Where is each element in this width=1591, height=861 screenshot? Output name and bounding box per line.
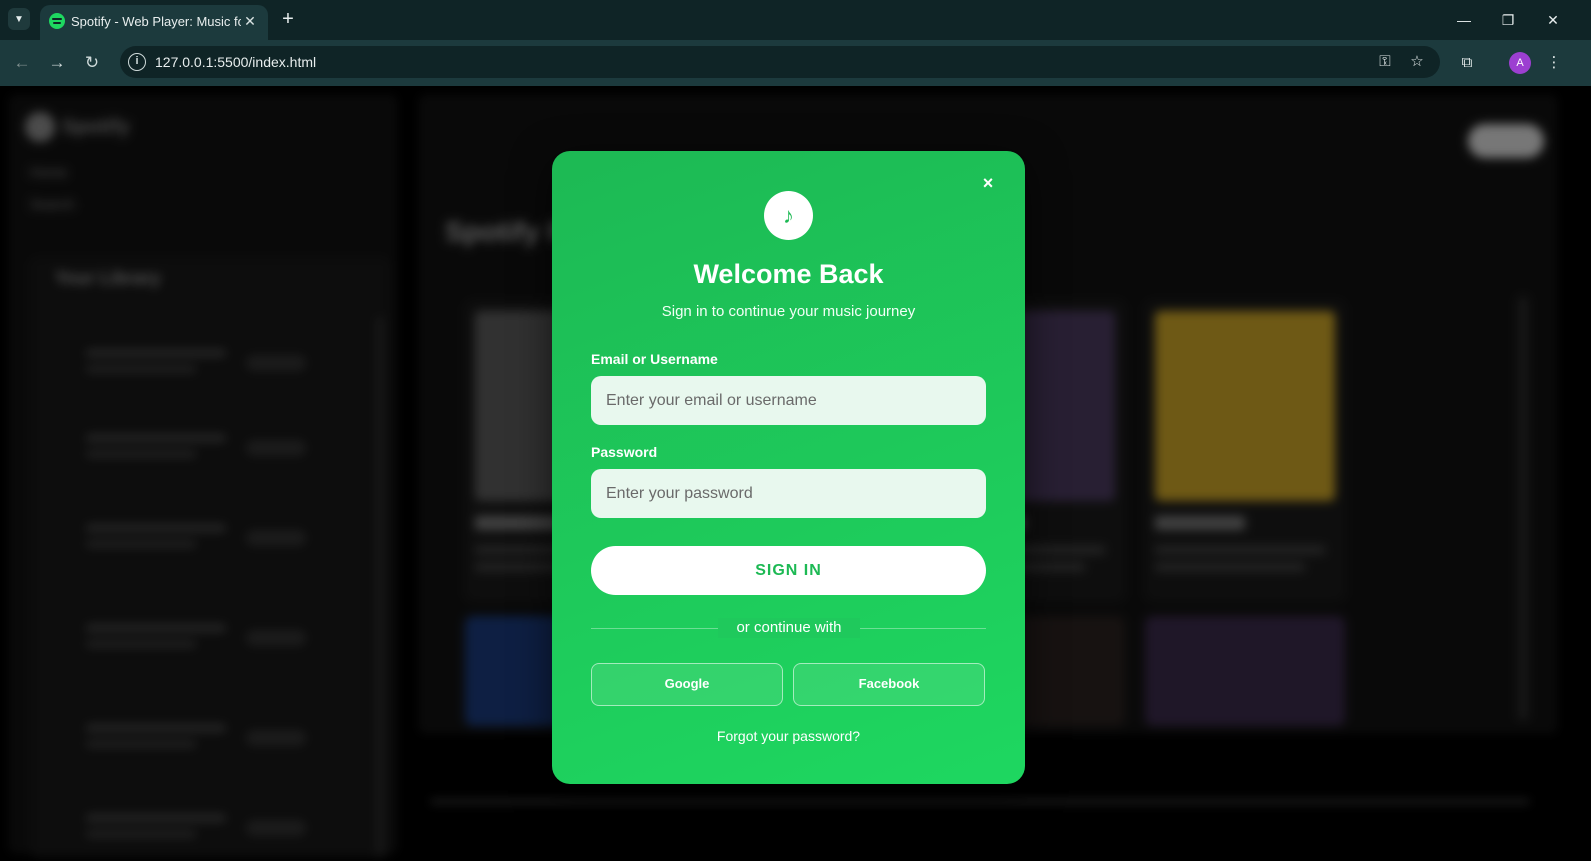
sign-in-button[interactable]: SIGN IN (591, 546, 986, 595)
avatar[interactable]: A (1509, 52, 1531, 74)
tab-close-icon[interactable]: ✕ (242, 11, 258, 31)
bg-list-item (46, 716, 366, 796)
bg-library-title: Your Library (55, 268, 161, 288)
close-icon[interactable]: × (978, 173, 998, 193)
spotify-favicon-icon (49, 13, 65, 29)
bg-scrollbar (1518, 296, 1528, 721)
bg-list-item (46, 616, 366, 696)
chevron-down-icon[interactable]: ▼ (8, 8, 30, 30)
browser-toolbar: ← → ↻ i 127.0.0.1:5500/index.html ⚿ ☆ ⧉ … (0, 40, 1591, 86)
bg-card (1145, 301, 1345, 601)
password-key-icon[interactable]: ⚿ (1375, 52, 1395, 72)
plus-icon[interactable]: + (278, 9, 298, 29)
window-close-icon[interactable]: ✕ (1541, 8, 1565, 32)
bg-scrollbar (376, 316, 384, 856)
divider-text: or continue with (718, 618, 860, 638)
bg-logo (25, 112, 55, 142)
login-modal: × ♪ Welcome Back Sign in to continue you… (552, 151, 1025, 784)
bg-card (1145, 616, 1345, 726)
minimize-icon[interactable]: — (1452, 8, 1476, 32)
bg-logo-text: Spotify (62, 116, 130, 138)
facebook-button[interactable]: Facebook (793, 663, 985, 706)
more-vert-icon[interactable]: ⋮ (1542, 51, 1566, 75)
back-arrow-icon[interactable]: ← (10, 51, 34, 75)
bg-list-item (46, 341, 366, 421)
bg-nav-home: Home (30, 164, 68, 180)
bg-progress (430, 799, 1530, 804)
restore-icon[interactable]: ❐ (1496, 8, 1520, 32)
bg-list-item (46, 516, 366, 596)
url-text[interactable]: 127.0.0.1:5500/index.html (155, 54, 316, 70)
google-button[interactable]: Google (591, 663, 783, 706)
reload-icon[interactable]: ↻ (80, 51, 104, 75)
password-label: Password (591, 444, 658, 460)
forgot-password-link[interactable]: Forgot your password? (552, 728, 1025, 744)
bg-list-item (46, 426, 366, 506)
forward-arrow-icon[interactable]: → (45, 51, 69, 75)
extensions-icon[interactable]: ⧉ (1455, 51, 1479, 75)
bg-nav-search: Search (30, 196, 75, 212)
email-field[interactable] (591, 376, 986, 425)
address-bar[interactable]: i 127.0.0.1:5500/index.html ⚿ ☆ (120, 46, 1440, 78)
modal-subtitle: Sign in to continue your music journey (661, 303, 916, 320)
bg-list-item (46, 806, 366, 861)
browser-tab[interactable]: Spotify - Web Player: Music for everyone… (40, 5, 268, 40)
email-label: Email or Username (591, 351, 718, 367)
music-note-icon: ♪ (764, 191, 813, 240)
tab-title: Spotify - Web Player: Music for everyone (71, 14, 241, 29)
info-icon[interactable]: i (128, 53, 146, 71)
star-icon[interactable]: ☆ (1407, 52, 1427, 72)
modal-title: Welcome Back (693, 259, 884, 289)
bg-signup (1468, 124, 1544, 158)
browser-tab-bar: ▼ Spotify - Web Player: Music for everyo… (0, 0, 1591, 40)
password-field[interactable] (591, 469, 986, 518)
